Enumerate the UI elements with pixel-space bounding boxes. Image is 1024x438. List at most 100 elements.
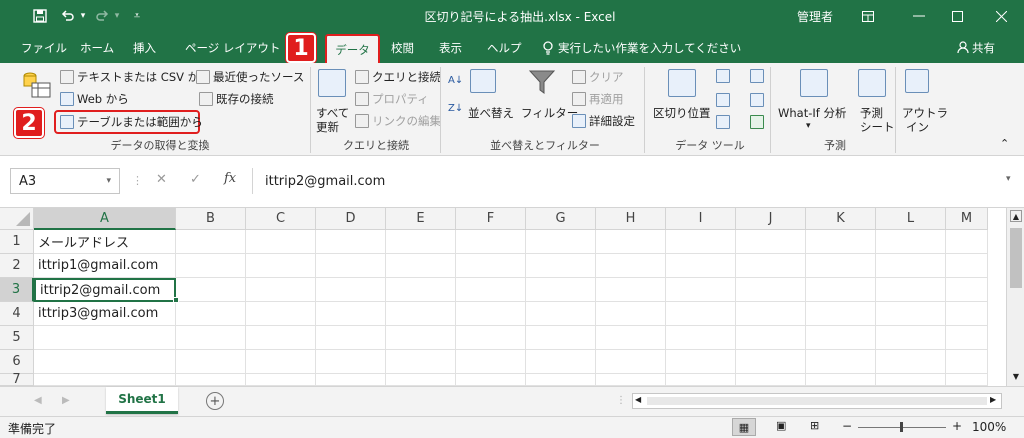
cell-c2[interactable] [246,254,316,278]
cell-d4[interactable] [316,302,386,326]
cell-a7[interactable] [34,374,176,386]
cell-h6[interactable] [596,350,666,374]
cell-l1[interactable] [876,230,946,254]
scroll-thumb[interactable] [1010,228,1022,288]
text-to-columns-icon[interactable] [668,69,696,97]
cell-f4[interactable] [456,302,526,326]
cell-e1[interactable] [386,230,456,254]
cell-g1[interactable] [526,230,596,254]
tab-help[interactable]: ヘルプ [480,32,529,63]
cell-k4[interactable] [806,302,876,326]
cell-i3[interactable] [666,278,736,302]
what-if-button[interactable]: What-If 分析 [778,105,846,121]
edit-links-button[interactable]: リンクの編集 [355,113,441,129]
zoom-slider-thumb[interactable] [900,422,903,432]
page-break-view-icon[interactable]: ⊞ [810,419,819,432]
scroll-down-icon[interactable]: ▼ [1010,370,1022,382]
filter-funnel-icon[interactable] [528,69,556,98]
name-box-dropdown-icon[interactable]: ▾ [106,176,111,186]
column-header-k[interactable]: K [806,208,876,230]
cell-f3[interactable] [456,278,526,302]
data-model-icon[interactable] [750,115,764,129]
column-header-b[interactable]: B [176,208,246,230]
cell-g3[interactable] [526,278,596,302]
zoom-out-icon[interactable]: − [842,419,852,433]
cell-f6[interactable] [456,350,526,374]
cell-i4[interactable] [666,302,736,326]
customize-qat-icon[interactable]: ⩡ [130,0,144,32]
cell-a4[interactable]: ittrip3@gmail.com [34,302,176,326]
cell-f2[interactable] [456,254,526,278]
cell-e6[interactable] [386,350,456,374]
column-header-a[interactable]: A [34,208,176,230]
vertical-scrollbar[interactable]: ▲ ▼ [1006,208,1024,386]
tab-home[interactable]: ホーム [73,32,121,63]
column-header-f[interactable]: F [456,208,526,230]
flash-fill-icon[interactable] [716,69,730,83]
select-all-corner[interactable] [0,208,34,230]
row-header-3[interactable]: 3 [0,278,34,302]
row-header-6[interactable]: 6 [0,350,34,374]
name-box[interactable]: A3 ▾ [10,168,120,194]
data-validation-icon[interactable] [716,115,730,129]
ribbon-display-icon[interactable] [858,0,878,32]
properties-button[interactable]: プロパティ [355,91,429,107]
cell-b1[interactable] [176,230,246,254]
cell-m4[interactable] [946,302,988,326]
user-name[interactable]: 管理者 [790,0,840,32]
column-header-h[interactable]: H [596,208,666,230]
cell-k2[interactable] [806,254,876,278]
column-header-i[interactable]: I [666,208,736,230]
cell-f1[interactable] [456,230,526,254]
scroll-right-icon[interactable]: ▶ [990,395,996,404]
cell-m3[interactable] [946,278,988,302]
cell-g5[interactable] [526,326,596,350]
cell-i1[interactable] [666,230,736,254]
cell-i2[interactable] [666,254,736,278]
minimize-icon[interactable] [904,0,934,32]
horizontal-scroll-thumb[interactable] [647,397,987,405]
tab-review[interactable]: 校閲 [384,32,421,63]
cell-c4[interactable] [246,302,316,326]
close-icon[interactable] [986,0,1016,32]
cell-l6[interactable] [876,350,946,374]
scroll-up-icon[interactable]: ▲ [1010,210,1022,222]
forecast-sheet-line2[interactable]: シート [860,119,895,135]
remove-duplicates-icon[interactable] [716,93,730,107]
cell-d3[interactable] [316,278,386,302]
redo-dropdown-icon[interactable]: ▾ [112,0,122,32]
row-header-2[interactable]: 2 [0,254,34,278]
refresh-all-icon[interactable] [318,69,346,97]
column-header-c[interactable]: C [246,208,316,230]
cell-h5[interactable] [596,326,666,350]
cell-c6[interactable] [246,350,316,374]
insert-function-icon[interactable]: fx [224,171,236,186]
expand-formula-icon[interactable]: ▾ [1006,174,1011,184]
row-header-1[interactable]: 1 [0,230,34,254]
queries-connections-button[interactable]: クエリと接続 [355,69,441,85]
cell-a5[interactable] [34,326,176,350]
cell-m1[interactable] [946,230,988,254]
cell-l4[interactable] [876,302,946,326]
formula-input[interactable]: ittrip2@gmail.com [252,168,1012,194]
cell-e5[interactable] [386,326,456,350]
fill-handle[interactable] [173,297,179,303]
add-sheet-icon[interactable]: + [206,392,224,410]
cell-b3[interactable] [176,278,246,302]
cell-c3[interactable] [246,278,316,302]
cell-h3[interactable] [596,278,666,302]
cell-m5[interactable] [946,326,988,350]
cell-g2[interactable] [526,254,596,278]
column-header-g[interactable]: G [526,208,596,230]
cell-j3[interactable] [736,278,806,302]
column-header-e[interactable]: E [386,208,456,230]
row-header-4[interactable]: 4 [0,302,34,326]
cell-j2[interactable] [736,254,806,278]
sort-dialog-icon[interactable] [470,69,496,93]
outline-line2[interactable]: イン [906,119,929,135]
cell-i5[interactable] [666,326,736,350]
cell-h4[interactable] [596,302,666,326]
share-button[interactable]: 共有 [950,32,1002,63]
enter-icon[interactable]: ✓ [190,172,201,187]
advanced-filter-button[interactable]: 詳細設定 [572,113,635,129]
